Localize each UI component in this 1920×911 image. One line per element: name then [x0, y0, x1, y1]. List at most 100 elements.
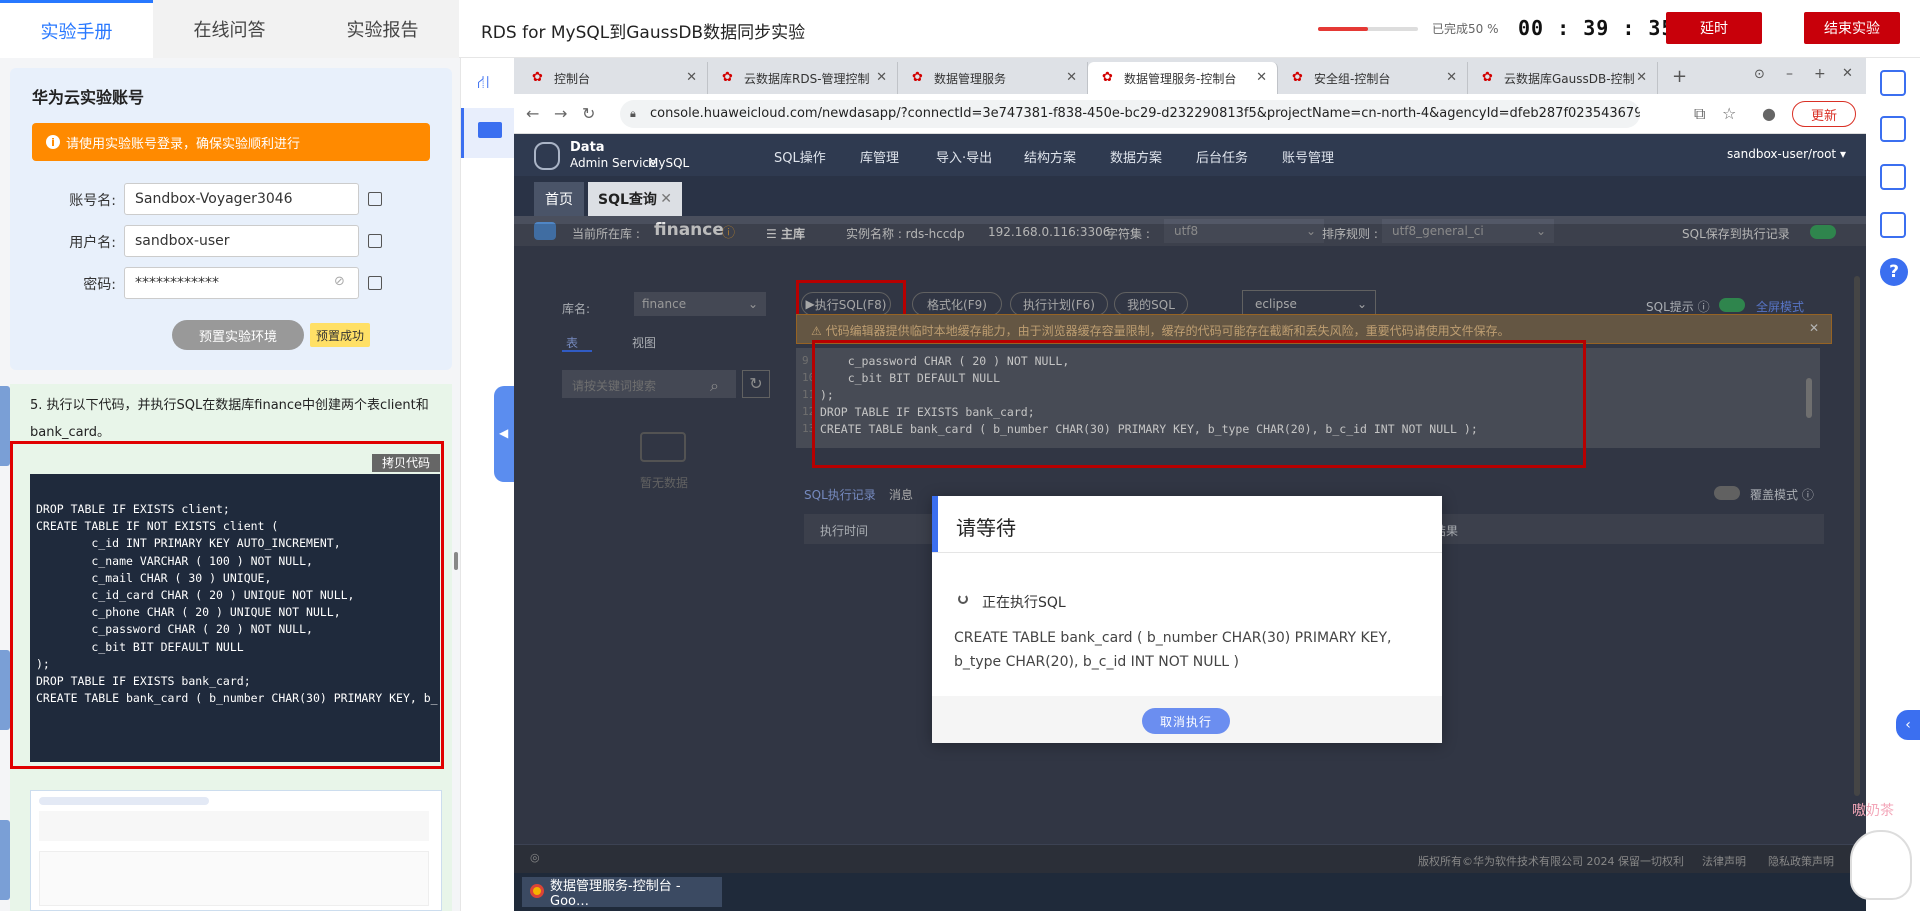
dialog-sql: CREATE TABLE bank_card ( b_number CHAR(3… — [954, 630, 1392, 670]
add-note-icon[interactable] — [1880, 116, 1906, 142]
gear-icon[interactable]: ◎ — [530, 851, 540, 864]
cancel-execution-button[interactable]: 取消执行 — [1142, 708, 1230, 734]
menu-import-export[interactable]: 导入·导出 — [936, 147, 992, 166]
url-input[interactable]: console.huaweicloud.com/newdasapp/?conne… — [620, 100, 1640, 128]
countdown-timer: 00 : 39 : 35 — [1518, 16, 1675, 40]
dialog-status: 正在执行SQL — [982, 595, 1066, 611]
password-field[interactable]: ************ — [124, 267, 359, 299]
checklist-icon[interactable] — [1880, 164, 1906, 190]
star-icon[interactable]: ☆ — [1722, 104, 1736, 123]
progress-bar — [1318, 27, 1418, 31]
menu-sql-ops[interactable]: SQL操作 — [774, 147, 826, 166]
tab-home[interactable]: 首页 — [534, 182, 584, 216]
monitor-icon — [478, 122, 502, 138]
chevron-left-icon[interactable]: ‹ — [1896, 710, 1920, 740]
reload-icon[interactable]: ↻ — [582, 104, 595, 123]
browser-tab[interactable]: ✿ 云数据库GaussDB-控制 ✕ — [1468, 62, 1658, 94]
progress-fill — [1318, 27, 1368, 31]
close-window-icon[interactable]: ✕ — [1842, 66, 1853, 81]
profile-icon[interactable]: ● — [1762, 104, 1776, 123]
tab-sql-query[interactable]: SQL查询 ✕ — [588, 182, 682, 216]
tab-online-qa[interactable]: 在线问答 — [153, 0, 306, 58]
close-icon[interactable]: ✕ — [686, 70, 697, 85]
new-tab-icon[interactable]: + — [1672, 66, 1687, 87]
code-line: ); — [36, 656, 50, 671]
back-icon[interactable]: ← — [526, 104, 539, 123]
username-label: 用户名: — [69, 235, 116, 251]
translate-icon[interactable]: ⧉ — [1694, 104, 1705, 124]
minimize-icon[interactable]: – — [1786, 66, 1793, 82]
close-icon[interactable]: ✕ — [1636, 70, 1647, 85]
collapse-panel-button[interactable]: ◀ — [494, 386, 514, 482]
account-name-field[interactable]: Sandbox-Voyager3046 — [124, 183, 359, 215]
tab-label: SQL查询 — [598, 192, 657, 208]
huawei-icon: ✿ — [1482, 70, 1493, 85]
account-warning: i 请使用实验账号登录，确保实验顺利进行 — [32, 123, 430, 161]
user-menu[interactable]: sandbox-user/root ▾ — [1727, 147, 1846, 161]
update-button[interactable]: 更新 — [1792, 101, 1856, 127]
lock-icon[interactable]: 🔒︎ — [630, 107, 636, 121]
code-line: c_id INT PRIMARY KEY AUTO_INCREMENT, — [36, 536, 341, 551]
maximize-icon[interactable]: + — [1814, 66, 1826, 82]
help-icon[interactable]: ? — [1880, 258, 1908, 286]
close-icon[interactable]: ✕ — [1256, 70, 1267, 85]
taskbar: 数据管理服务-控制台 - Goo… — [514, 873, 1866, 911]
username-field[interactable]: sandbox-user — [124, 225, 359, 257]
divider — [932, 552, 1442, 553]
copy-icon[interactable] — [368, 276, 382, 290]
tab-label: 云数据库GaussDB-控制 — [1504, 71, 1635, 86]
thumb-toolbar — [39, 797, 209, 805]
browser-tab-active[interactable]: ✿ 数据管理服务-控制台 ✕ — [1088, 62, 1278, 94]
step-marker — [0, 386, 10, 466]
wait-dialog: 请等待 正在执行SQL CREATE TABLE bank_card ( b_n… — [932, 496, 1442, 743]
account-name-label: 账号名: — [69, 193, 116, 209]
topology-icon[interactable]: ⛙ — [477, 72, 501, 96]
code-line: c_name VARCHAR ( 100 ) NOT NULL, — [36, 553, 313, 568]
eye-off-icon[interactable]: ⊘ — [334, 274, 345, 289]
menu-accounts[interactable]: 账号管理 — [1282, 147, 1334, 166]
tab-lab-report[interactable]: 实验报告 — [306, 0, 459, 58]
tab-search-icon[interactable]: ⊙ — [1754, 67, 1765, 82]
menu-structure[interactable]: 结构方案 — [1024, 147, 1076, 166]
code-line: c_phone CHAR ( 20 ) UNIQUE NOT NULL, — [36, 605, 341, 620]
close-icon[interactable]: ✕ — [660, 191, 672, 207]
code-line: DROP TABLE IF EXISTS client; — [36, 502, 230, 516]
close-icon[interactable]: ✕ — [1446, 70, 1457, 85]
privacy-link[interactable]: 隐私政策声明 — [1768, 853, 1834, 869]
end-lab-button[interactable]: 结束实验 — [1804, 12, 1900, 44]
code-line: DROP TABLE IF EXISTS bank_card; — [36, 674, 251, 688]
forward-icon[interactable]: → — [554, 104, 567, 123]
legal-link[interactable]: 法律声明 — [1702, 853, 1746, 869]
extend-button[interactable]: 延时 — [1666, 12, 1762, 44]
copy-code-button[interactable]: 拷贝代码 — [372, 454, 440, 472]
huawei-icon: ✿ — [912, 70, 923, 85]
menu-db-manage[interactable]: 库管理 — [860, 147, 899, 166]
taskbar-chrome-item[interactable]: 数据管理服务-控制台 - Goo… — [522, 877, 722, 909]
menu-tasks[interactable]: 后台任务 — [1196, 147, 1248, 166]
watermark: 嗷奶茶 — [1852, 803, 1894, 819]
das-header: Data Admin Service MySQL SQL操作 库管理 导入·导出… — [514, 134, 1866, 176]
copy-icon[interactable] — [368, 234, 382, 248]
close-icon[interactable]: ✕ — [1066, 70, 1077, 85]
expand-icon[interactable] — [1880, 70, 1906, 96]
screen-icon[interactable] — [1880, 212, 1906, 238]
browser-tab[interactable]: ✿ 安全组-控制台 ✕ — [1278, 62, 1468, 94]
browser-tab[interactable]: ✿ 数据管理服务 ✕ — [898, 62, 1088, 94]
step-instruction: 5. 执行以下代码，并执行SQL在数据库finance中创建两个表client和… — [30, 398, 429, 440]
experiment-title: RDS for MySQL到GaussDB数据同步实验 — [481, 23, 806, 43]
thumb-result — [39, 851, 429, 906]
desktop-tab[interactable] — [461, 108, 515, 158]
browser-tab[interactable]: ✿ 云数据库RDS-管理控制 ✕ — [708, 62, 898, 94]
close-icon[interactable]: ✕ — [876, 70, 887, 85]
account-card: 华为云实验账号 i 请使用实验账号登录，确保实验顺利进行 账号名: Sandbo… — [10, 68, 452, 370]
left-scrollbar[interactable] — [454, 552, 458, 570]
huawei-icon: ✿ — [722, 70, 733, 85]
account-warning-text: 请使用实验账号登录，确保实验顺利进行 — [66, 136, 301, 152]
preset-env-button[interactable]: 预置实验环境 — [172, 320, 304, 350]
logo-line: Admin Service — [570, 156, 657, 170]
browser-tab[interactable]: ✿ 控制台 ✕ — [518, 62, 708, 94]
copy-icon[interactable] — [368, 192, 382, 206]
tab-label: 云数据库RDS-管理控制 — [744, 71, 870, 86]
tab-lab-manual[interactable]: 实验手册 — [0, 0, 153, 58]
menu-data-plan[interactable]: 数据方案 — [1110, 147, 1162, 166]
